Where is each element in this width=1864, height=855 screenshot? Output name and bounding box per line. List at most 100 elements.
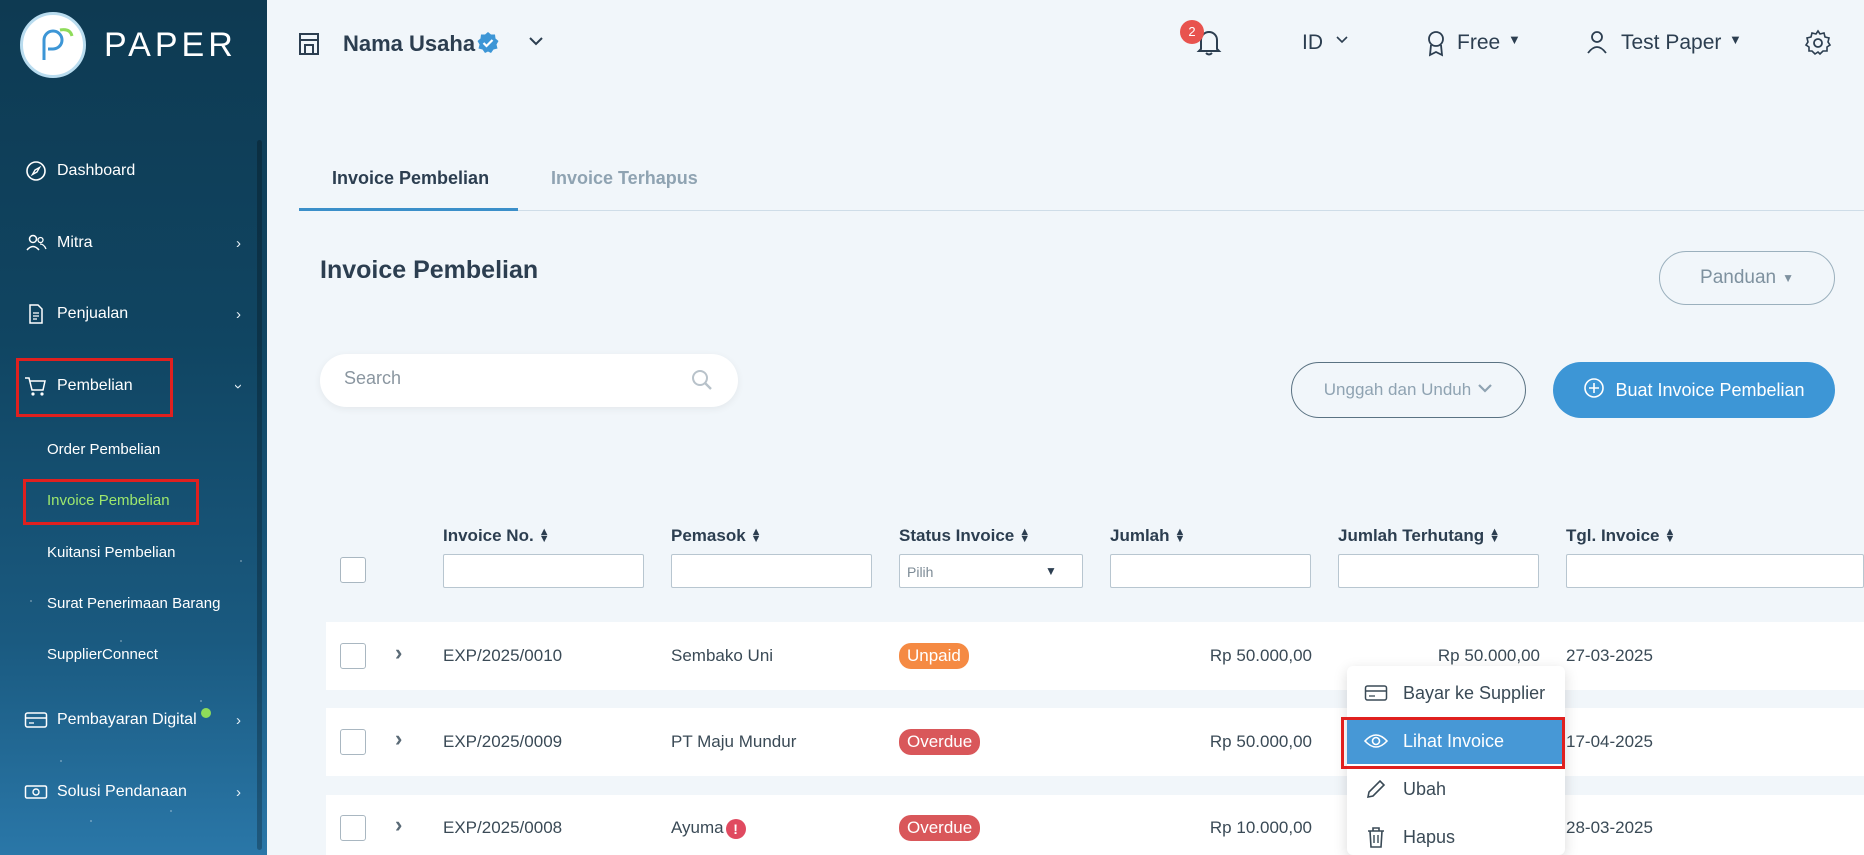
chevron-down-icon <box>1477 380 1493 400</box>
cell-amount: Rp 50.000,00 <box>1209 646 1312 665</box>
top-header: Nama Usaha 2 ID Free ▼ Test Paper ▼ <box>267 0 1864 90</box>
gear-icon[interactable] <box>1804 29 1832 62</box>
column-header-jumlah[interactable]: Jumlah ▲ ▼ <box>1110 526 1185 546</box>
cell-owed: Rp 50.000,00 <box>1437 646 1540 665</box>
caret-down-icon: ▼ <box>1508 32 1521 47</box>
search-icon[interactable] <box>691 369 713 396</box>
sidebar-subitem-surat-penerimaan-barang[interactable]: Surat Penerimaan Barang <box>47 595 220 612</box>
table-row[interactable]: › EXP/2025/0008 Ayuma! Overdue Rp 10.000… <box>326 795 1864 855</box>
panduan-button[interactable]: Panduan ▼ <box>1659 251 1835 305</box>
filter-status-select[interactable]: Pilih ▼ <box>899 554 1083 588</box>
chevron-right-icon: › <box>236 234 241 252</box>
row-checkbox[interactable] <box>340 729 366 755</box>
sidebar-item-mitra[interactable]: Mitra › <box>0 219 267 267</box>
verified-icon <box>476 31 500 60</box>
sidebar-subitem-supplierconnect[interactable]: SupplierConnect <box>47 646 158 663</box>
tab-invoice-terhapus[interactable]: Invoice Terhapus <box>551 168 698 189</box>
column-header-pemasok[interactable]: Pemasok ▲ ▼ <box>671 526 762 546</box>
status-badge: Unpaid <box>899 643 969 669</box>
sort-icon: ▲ ▼ <box>1664 526 1676 545</box>
column-label: Tgl. Invoice <box>1566 526 1660 545</box>
sidebar-item-label: Solusi Pendanaan <box>57 783 187 800</box>
chevron-right-icon: › <box>236 305 241 323</box>
filter-jumlah-terhutang[interactable] <box>1338 554 1539 588</box>
row-checkbox[interactable] <box>340 643 366 669</box>
pencil-icon <box>1364 777 1388 801</box>
column-label: Invoice No. <box>443 526 534 545</box>
sidebar-item-solusi-pendanaan[interactable]: Solusi Pendanaan › <box>0 768 267 816</box>
search-input[interactable] <box>344 368 674 389</box>
award-icon <box>1424 29 1448 62</box>
filter-invoice-no[interactable] <box>443 554 644 588</box>
column-header-tgl-invoice[interactable]: Tgl. Invoice ▲ ▼ <box>1566 526 1675 546</box>
tab-invoice-pembelian[interactable]: Invoice Pembelian <box>332 168 489 189</box>
sidebar-item-pembayaran-digital[interactable]: Pembayaran Digital › <box>0 696 267 744</box>
column-label: Jumlah Terhutang <box>1338 526 1485 545</box>
column-header-invoice-no[interactable]: Invoice No. ▲ ▼ <box>443 526 550 546</box>
expand-row-icon[interactable]: › <box>395 640 402 666</box>
new-indicator-dot <box>201 708 211 718</box>
column-header-status[interactable]: Status Invoice ▲ ▼ <box>899 526 1030 546</box>
sidebar-subitem-kuitansi-pembelian[interactable]: Kuitansi Pembelian <box>47 544 175 561</box>
menu-item-label: Bayar ke Supplier <box>1403 682 1546 703</box>
panduan-label: Panduan <box>1700 267 1777 288</box>
column-header-jumlah-terhutang[interactable]: Jumlah Terhutang ▲ ▼ <box>1338 526 1500 546</box>
business-dropdown-chevron-icon[interactable] <box>527 32 545 55</box>
sidebar-item-dashboard[interactable]: Dashboard <box>0 147 267 195</box>
chevron-right-icon: › <box>236 711 241 729</box>
sidebar-item-penjualan[interactable]: Penjualan › <box>0 290 267 338</box>
upload-download-button[interactable]: Unggah dan Unduh <box>1291 362 1526 418</box>
users-icon <box>24 231 48 255</box>
menu-item-hapus[interactable]: Hapus <box>1347 814 1565 855</box>
sidebar-item-label: Pembayaran Digital <box>57 711 197 728</box>
active-tab-indicator <box>299 208 518 211</box>
store-icon <box>297 30 321 61</box>
cell-supplier: Ayuma! <box>671 818 746 839</box>
caret-down-icon: ▼ <box>1045 564 1057 578</box>
cell-supplier: PT Maju Mundur <box>671 732 797 751</box>
menu-item-ubah[interactable]: Ubah <box>1347 766 1565 812</box>
cell-invoice-no[interactable]: EXP/2025/0009 <box>443 732 562 752</box>
user-menu[interactable]: Test Paper <box>1621 31 1721 55</box>
highlight-pembelian <box>16 358 173 417</box>
menu-item-label: Ubah <box>1403 778 1447 799</box>
select-all-checkbox[interactable] <box>340 557 366 583</box>
caret-down-icon: ▼ <box>1782 271 1794 285</box>
plan-selector[interactable]: Free <box>1457 31 1500 55</box>
user-icon <box>1586 29 1608 60</box>
money-icon <box>24 780 48 804</box>
brand[interactable]: PAPER <box>20 12 237 78</box>
cell-amount: Rp 50.000,00 <box>1209 732 1312 751</box>
table-row[interactable]: › EXP/2025/0010 Sembako Uni Unpaid Rp 50… <box>326 622 1864 690</box>
cell-invoice-no[interactable]: EXP/2025/0008 <box>443 818 562 838</box>
filter-pemasok[interactable] <box>671 554 872 588</box>
upload-download-label: Unggah dan Unduh <box>1323 380 1472 399</box>
sort-icon: ▲ ▼ <box>750 526 762 545</box>
plus-circle-icon <box>1583 377 1605 404</box>
expand-row-icon[interactable]: › <box>395 812 402 838</box>
supplier-name: Ayuma <box>671 818 724 837</box>
menu-item-bayar-ke-supplier[interactable]: Bayar ke Supplier <box>1347 670 1565 716</box>
chevron-down-icon: › <box>230 383 247 389</box>
create-invoice-button[interactable]: Buat Invoice Pembelian <box>1553 362 1835 418</box>
search-box <box>320 354 738 407</box>
expand-row-icon[interactable]: › <box>395 726 402 752</box>
cell-invoice-no[interactable]: EXP/2025/0010 <box>443 646 562 666</box>
table-row[interactable]: › EXP/2025/0009 PT Maju Mundur Overdue R… <box>326 708 1864 776</box>
filter-jumlah[interactable] <box>1110 554 1311 588</box>
business-name[interactable]: Nama Usaha <box>343 31 475 57</box>
sort-icon: ▲ ▼ <box>1019 526 1031 545</box>
create-invoice-label: Buat Invoice Pembelian <box>1615 379 1805 400</box>
filter-tgl-invoice[interactable] <box>1566 554 1864 588</box>
filter-status-placeholder: Pilih <box>907 564 934 580</box>
warning-icon: ! <box>725 818 746 839</box>
brand-name: PAPER <box>104 25 237 64</box>
language-selector[interactable]: ID <box>1302 31 1323 55</box>
sidebar-item-label: Penjualan <box>57 305 129 322</box>
status-badge: Overdue <box>899 815 981 841</box>
caret-down-icon: ▼ <box>1729 32 1742 47</box>
sidebar-item-label: Mitra <box>57 234 93 251</box>
sidebar-subitem-order-pembelian[interactable]: Order Pembelian <box>47 441 160 458</box>
menu-item-label: Hapus <box>1403 826 1456 847</box>
row-checkbox[interactable] <box>340 815 366 841</box>
